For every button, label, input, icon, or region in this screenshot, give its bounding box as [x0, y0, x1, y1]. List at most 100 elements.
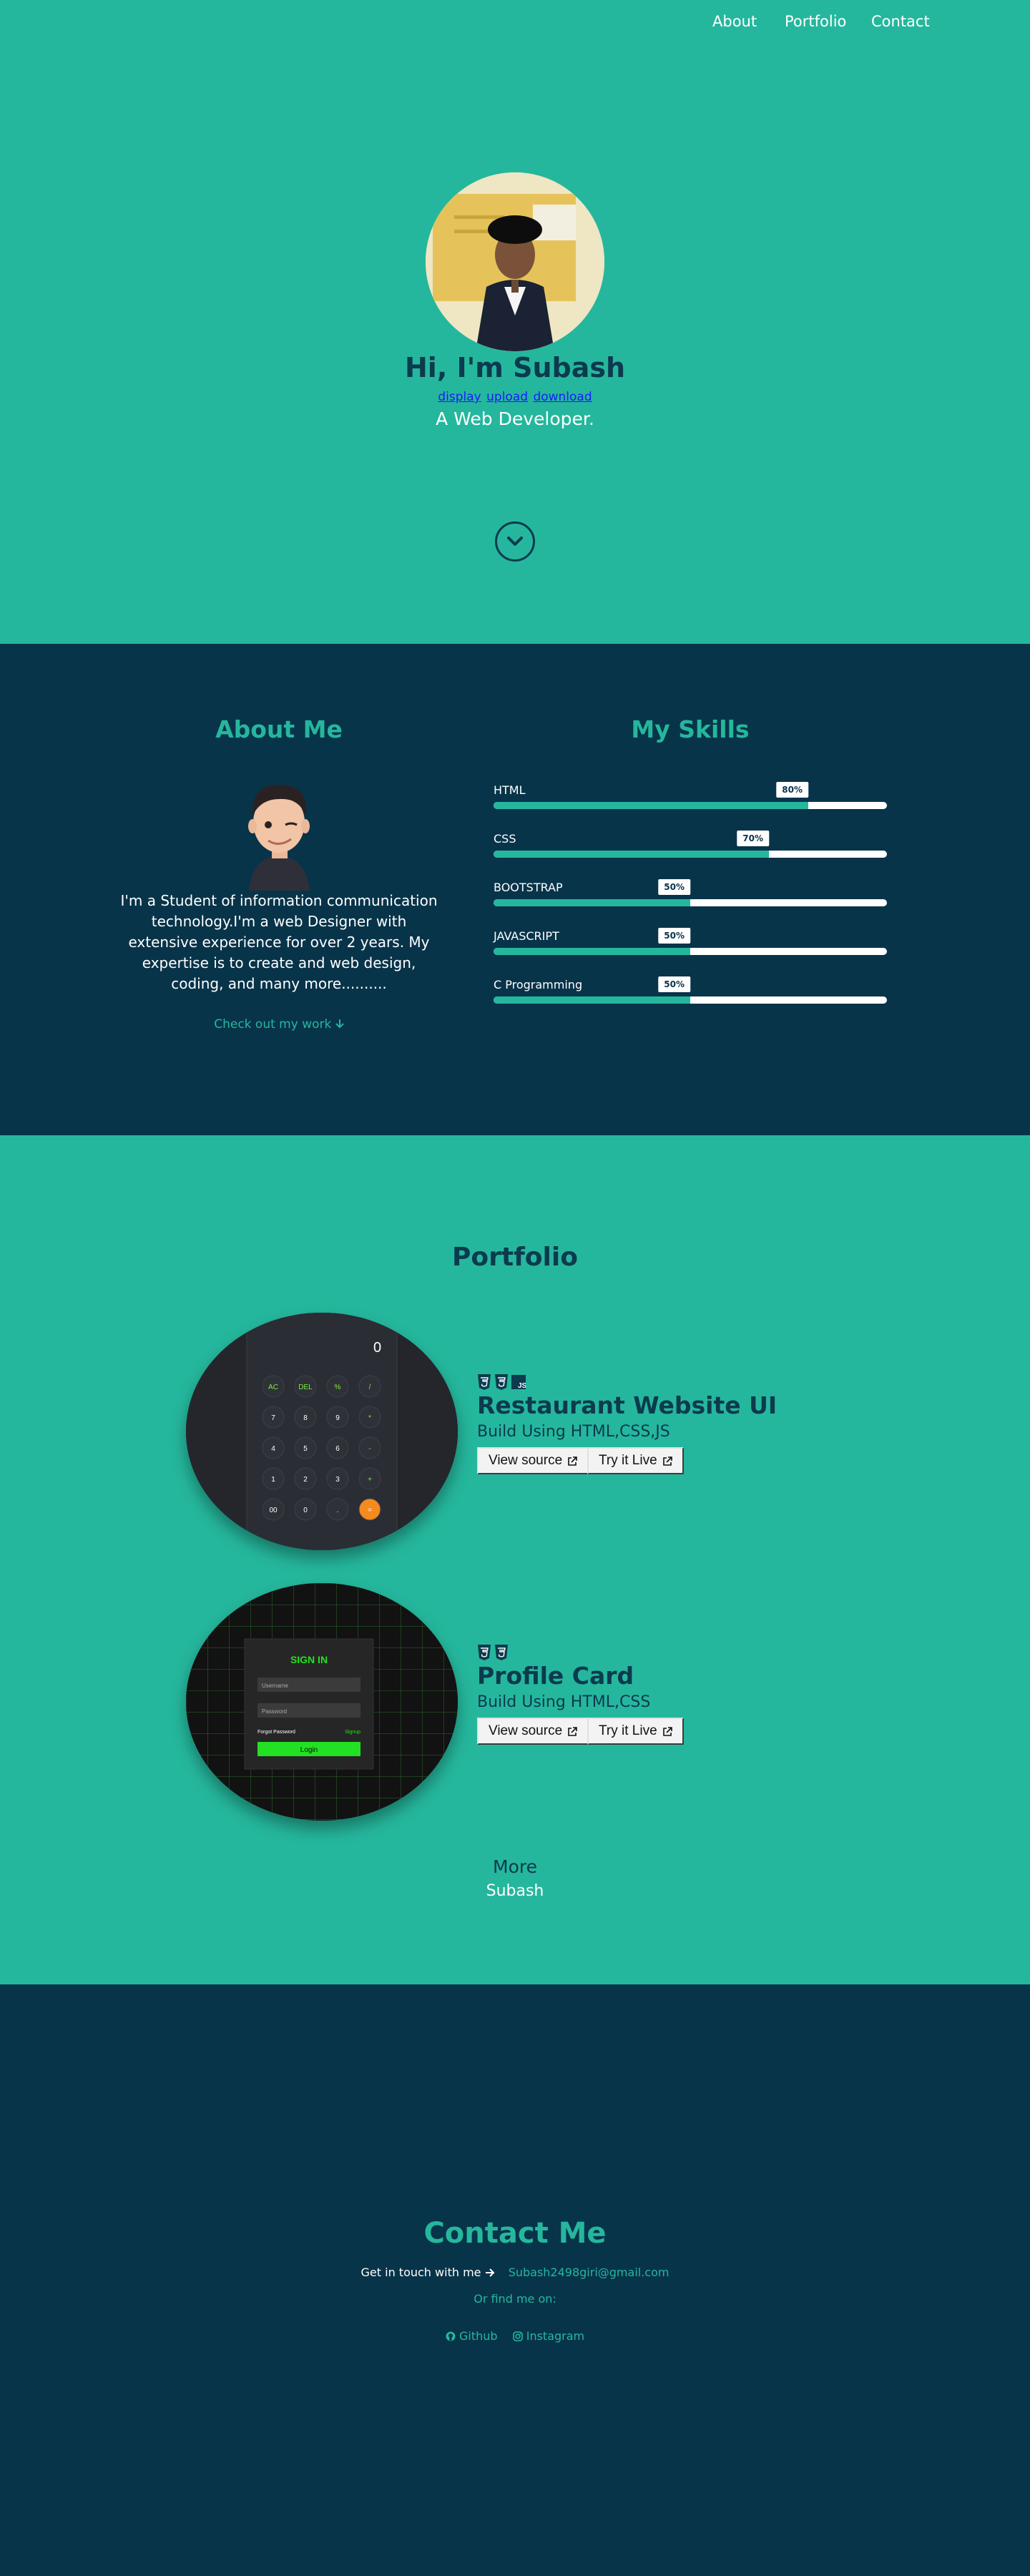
calc-key-label: 3	[335, 1476, 340, 1484]
css3-icon	[495, 1645, 508, 1660]
svg-text:JS: JS	[518, 1382, 526, 1390]
check-out-work-label: Check out my work	[214, 1017, 332, 1032]
login-password-placeholder: Password	[262, 1708, 287, 1715]
view-source-button[interactable]: View source	[477, 1718, 589, 1745]
calc-key-label: 2	[303, 1476, 308, 1484]
nav-portfolio[interactable]: Portfolio	[785, 13, 846, 30]
try-it-live-label: Try it Live	[599, 1453, 657, 1468]
skill-progress-fill	[494, 996, 690, 1004]
about-section: About Me I'm a Student of information co…	[0, 644, 1030, 1135]
skill-percent-badge: 50%	[658, 976, 690, 992]
try-it-live-button[interactable]: Try it Live	[587, 1718, 684, 1745]
view-source-label: View source	[489, 1723, 563, 1738]
top-nav: About Portfolio Contact	[0, 0, 1030, 46]
skill-progress-bar	[494, 802, 887, 809]
email-link[interactable]: Subash2498giri@gmail.com	[509, 2266, 670, 2279]
skills-title: My Skills	[631, 715, 750, 743]
calc-key-label: 4	[271, 1445, 275, 1453]
skill-percent-badge: 70%	[737, 831, 769, 846]
calc-key-label: 1	[271, 1476, 275, 1484]
social-links: Github Instagram	[0, 2329, 1030, 2343]
skill-progress-fill	[494, 851, 769, 858]
skill-label: CSS	[494, 832, 516, 846]
skill-progress-fill	[494, 802, 808, 809]
calc-key-label: =	[368, 1507, 372, 1514]
tech-icons	[477, 1645, 509, 1660]
calc-key-label: /	[369, 1384, 371, 1391]
about-text: I'm a Student of information communicati…	[120, 892, 438, 992]
calc-key-label: 9	[335, 1414, 340, 1422]
instagram-link[interactable]: Instagram	[512, 2329, 585, 2343]
html5-icon	[478, 1374, 491, 1390]
calc-key-label: %	[335, 1384, 341, 1391]
project-subtitle: Build Using HTML,CSS,JS	[477, 1423, 670, 1441]
find-me-text: Or find me on:	[474, 2292, 556, 2306]
about-title: About Me	[215, 715, 343, 743]
html5-icon	[478, 1645, 491, 1660]
view-source-button[interactable]: View source	[477, 1447, 589, 1474]
project-name: Profile Card	[477, 1662, 634, 1690]
more-subtitle: Subash	[486, 1882, 544, 1900]
skill-progress-fill	[494, 948, 690, 955]
calc-key-label: 5	[303, 1445, 308, 1453]
login-signup-text: Signup	[345, 1730, 360, 1735]
try-it-live-button[interactable]: Try it Live	[587, 1447, 684, 1474]
scroll-down-button[interactable]	[495, 521, 535, 562]
login-username-placeholder: Username	[262, 1683, 288, 1689]
try-it-live-label: Try it Live	[599, 1723, 657, 1738]
portfolio-title: Portfolio	[452, 1243, 578, 1272]
contact-line: Get in touch with me Subash2498giri@gmai…	[0, 2266, 1030, 2279]
skill-percent-badge: 50%	[658, 928, 690, 944]
skill-progress-bar	[494, 996, 887, 1004]
instagram-label: Instagram	[526, 2329, 585, 2343]
upload-link[interactable]: upload	[486, 390, 528, 404]
contact-section: Contact Me Get in touch with me Subash24…	[0, 1984, 1030, 2576]
calc-key-label: 8	[303, 1414, 308, 1422]
login-title: SIGN IN	[290, 1654, 328, 1665]
login-button-text: Login	[300, 1746, 318, 1754]
calc-key-label: AC	[268, 1384, 278, 1391]
profile-photo	[426, 172, 604, 351]
contact-title: Contact Me	[423, 2217, 607, 2250]
display-link[interactable]: display	[438, 390, 481, 404]
skill-progress-bar	[494, 851, 887, 858]
calc-key-label: DEL	[298, 1384, 313, 1391]
skill-label: C Programming	[494, 978, 583, 991]
tech-icons: JS	[477, 1374, 526, 1390]
skill-label: JAVASCRIPT	[494, 929, 559, 943]
hero-name: Hi, I'm Subash	[404, 352, 626, 383]
login-thumbnail[interactable]: SIGN IN Username Password Forgot Passwor…	[186, 1583, 458, 1821]
github-icon	[446, 2331, 456, 2341]
skill-percent-badge: 50%	[658, 879, 690, 895]
skill-progress-fill	[494, 899, 690, 906]
more-link[interactable]: More	[0, 1856, 1030, 1877]
arrow-down-icon	[335, 1019, 344, 1029]
calc-key-label: *	[368, 1414, 371, 1422]
hero-section: Hi, I'm Subash display upload download A…	[0, 0, 1030, 644]
calc-key-label: 6	[335, 1445, 340, 1453]
skill-progress-bar	[494, 948, 887, 955]
arrow-right-icon	[485, 2268, 495, 2277]
javascript-icon: JS	[511, 1375, 526, 1390]
skill-progress-bar	[494, 899, 887, 906]
check-out-work-link[interactable]: Check out my work	[136, 1017, 422, 1032]
project-subtitle: Build Using HTML,CSS	[477, 1693, 651, 1711]
project-name: Restaurant Website UI	[477, 1391, 778, 1419]
instagram-icon	[512, 2331, 523, 2341]
avatar	[238, 776, 320, 891]
calculator-thumbnail[interactable]: 0 AC DEL%/7 8 9 * 4 5 6-1 2 3 +00 0. =	[186, 1313, 458, 1550]
skill-label: BOOTSTRAP	[494, 881, 563, 894]
login-forgot-text: Forgot Password	[258, 1730, 295, 1735]
calc-key-label: 7	[271, 1414, 275, 1422]
external-link-icon	[662, 1456, 672, 1466]
portfolio-section: Portfolio 0 AC DEL%/7 8 9 * 4 5 6-1 2 3 +00 0. = JS …	[0, 1135, 1030, 1984]
nav-contact[interactable]: Contact	[871, 13, 930, 30]
external-link-icon	[662, 1726, 672, 1736]
view-source-label: View source	[489, 1453, 563, 1468]
nav-about[interactable]: About	[712, 13, 757, 30]
calc-key-label: 0	[303, 1507, 308, 1514]
github-link[interactable]: Github	[446, 2329, 501, 2343]
download-link[interactable]: download	[533, 390, 592, 404]
css3-icon	[495, 1374, 508, 1390]
skill-percent-badge: 80%	[776, 782, 808, 798]
